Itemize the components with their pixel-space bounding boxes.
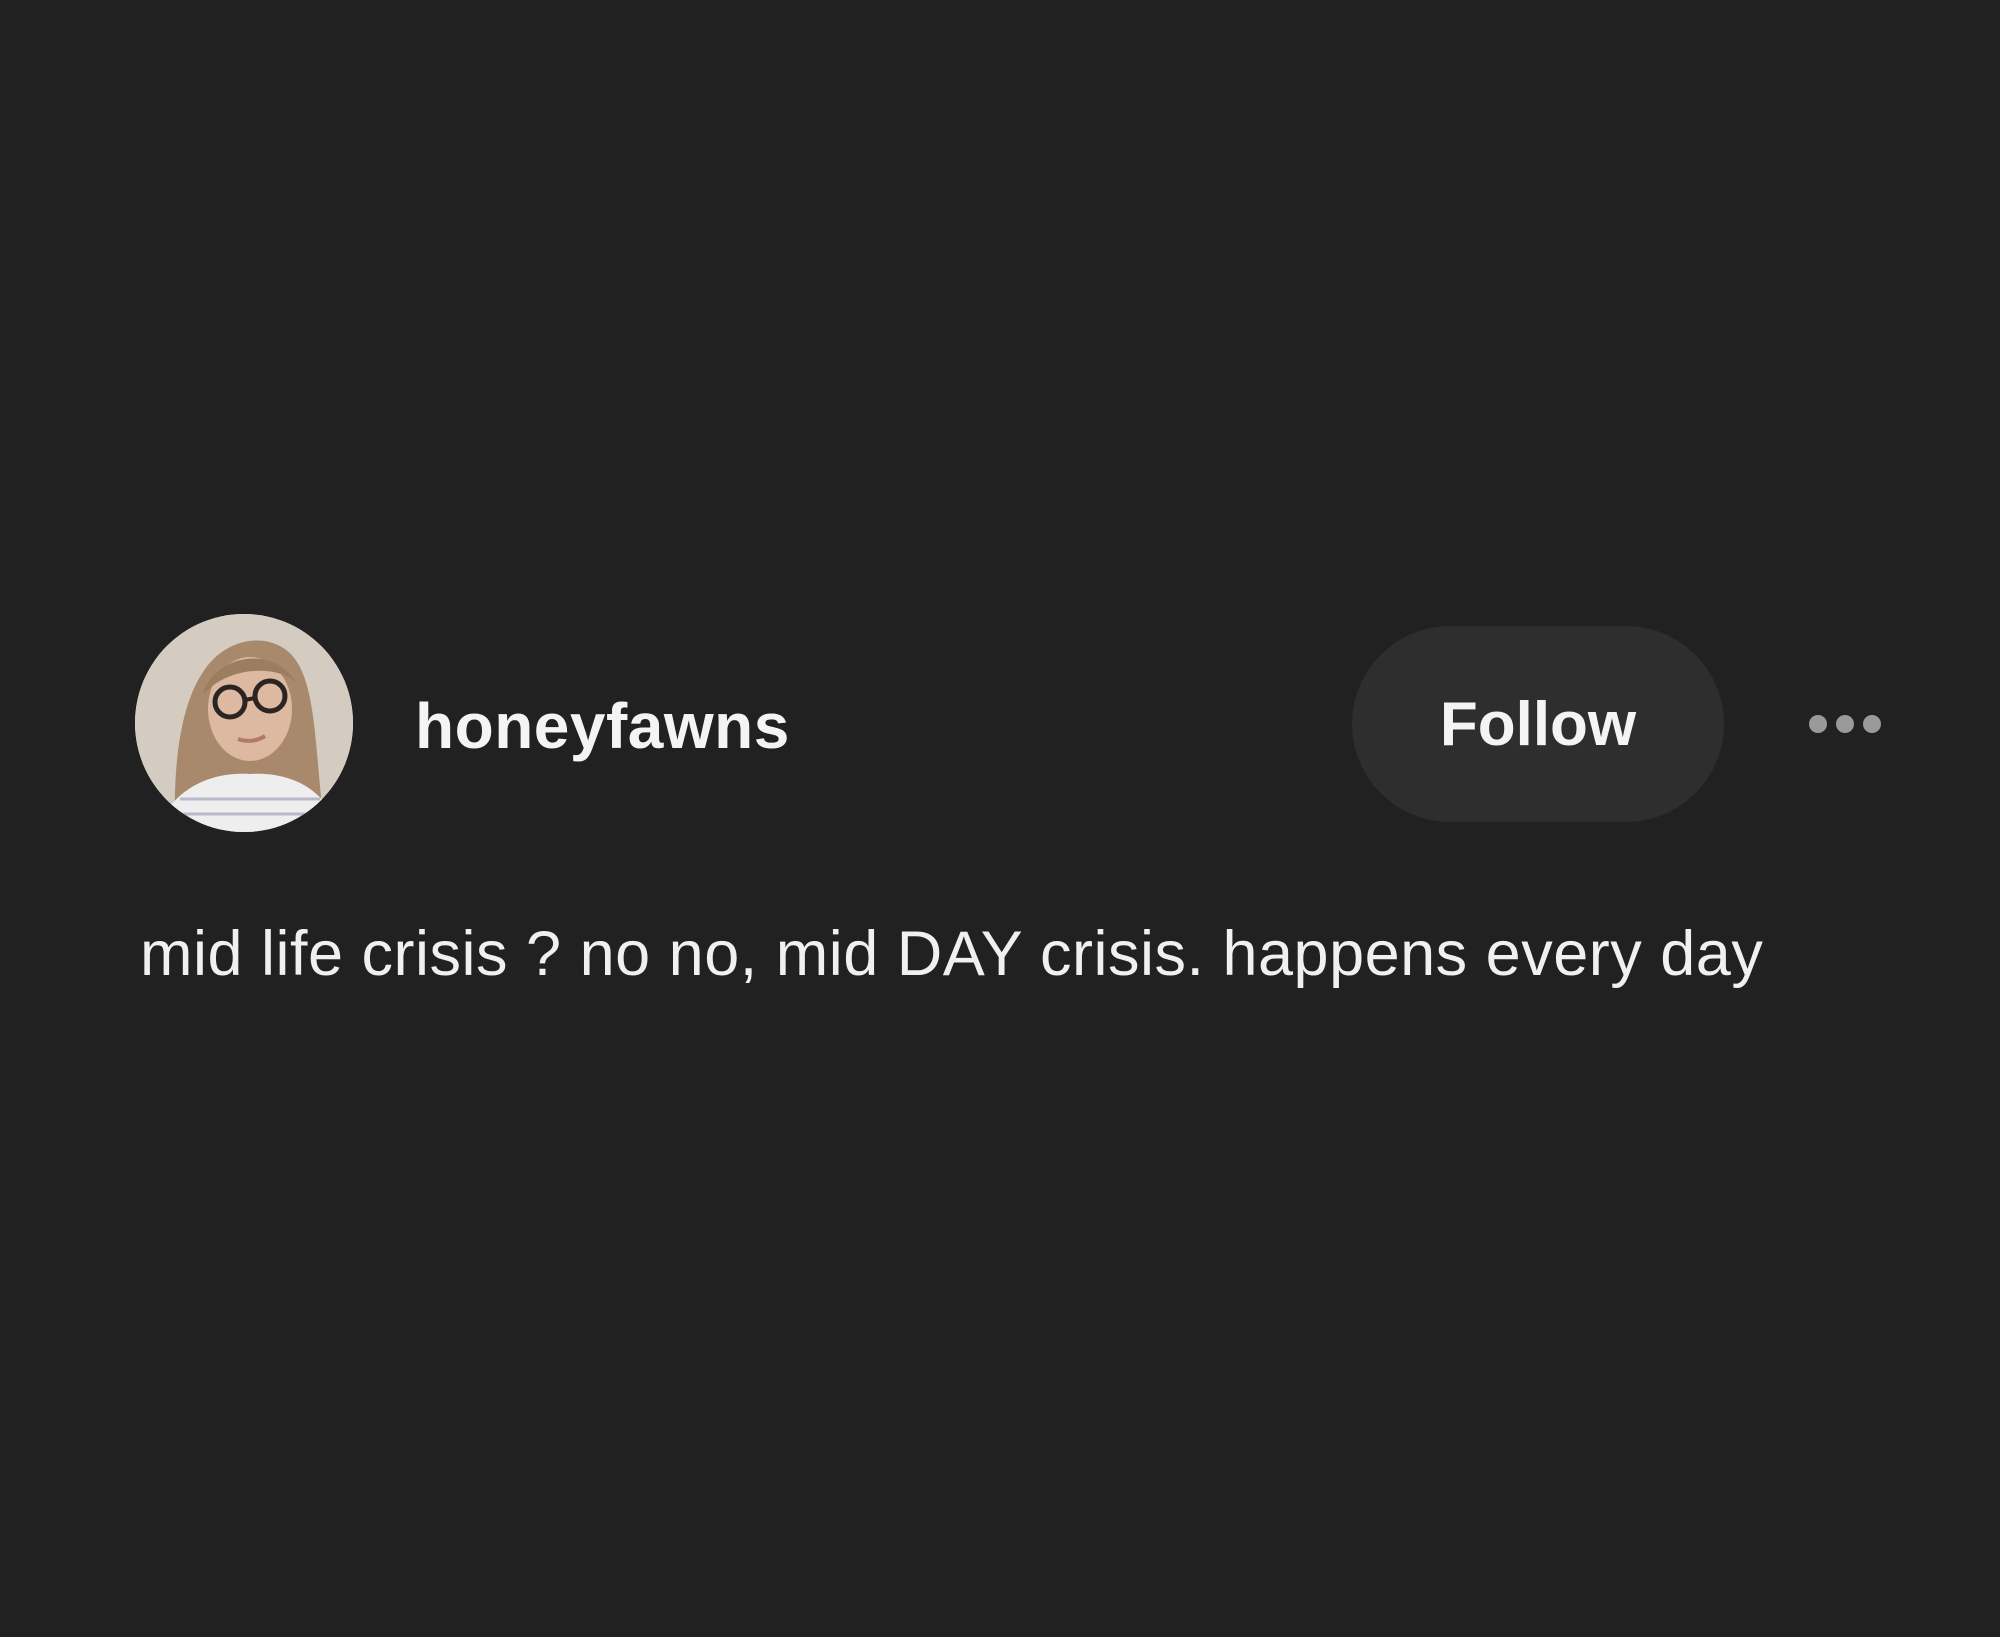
avatar[interactable] xyxy=(135,614,353,832)
profile-photo-icon xyxy=(135,614,353,832)
username[interactable]: honeyfawns xyxy=(415,686,790,766)
more-options-icon xyxy=(1809,715,1827,733)
more-options-button[interactable] xyxy=(1790,700,1900,748)
more-options-icon xyxy=(1863,715,1881,733)
follow-button[interactable]: Follow xyxy=(1352,626,1724,822)
more-options-icon xyxy=(1836,715,1854,733)
post-card: honeyfawns Follow mid life crisis ? no n… xyxy=(0,0,2000,1637)
post-text: mid life crisis ? no no, mid DAY crisis.… xyxy=(140,919,1764,989)
